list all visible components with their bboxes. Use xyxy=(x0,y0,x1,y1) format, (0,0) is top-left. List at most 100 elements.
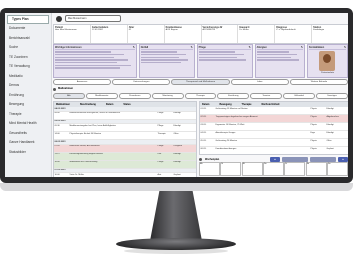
topbar: Max Mustermann xyxy=(53,13,348,24)
sidebar-item[interactable]: Mind Mental Health xyxy=(5,119,51,129)
calendar-day[interactable]: Fr xyxy=(284,162,306,176)
calendar-day[interactable]: Sa xyxy=(305,162,327,176)
cell-c2: Gehtraining 20 Minuten xyxy=(215,139,238,142)
top-tabs: Anamnese Untersuchungen Therapieziel und M… xyxy=(53,79,348,85)
info-cards: Wichtige Informationen ✎ Notfall ✎ Pflege ✎ Al… xyxy=(53,44,348,78)
calendar-day[interactable]: Di xyxy=(220,162,242,176)
tab-4[interactable]: Weitere Befunde xyxy=(289,79,348,85)
patient-field: Station Kardiologie xyxy=(312,25,348,43)
text-line xyxy=(198,56,238,59)
tab-1[interactable]: Untersuchungen xyxy=(112,79,171,85)
info-card: Wichtige Informationen ✎ xyxy=(53,44,137,78)
table-row[interactable]: 04.03. Atemtherapie Gruppe Ergo Erledigt xyxy=(200,131,348,139)
cell-c2: Blutzucker erhöht, Arzt informiert xyxy=(69,145,100,147)
app-screen: Types Plan Dokumente Berichtsanzahl Suche TE… xyxy=(5,13,348,177)
table-row[interactable]: 03.03. Ergometer 10 Minuten, 25 Watt Physi… xyxy=(200,123,348,131)
cell-c2: Gehtraining 15 Minuten auf Station xyxy=(215,107,248,110)
cell-c3: Physio xyxy=(310,107,317,110)
view-mode-selector[interactable] xyxy=(310,156,336,162)
card-title: Notfall xyxy=(140,46,149,49)
sidebar-item[interactable]: Types Plan xyxy=(7,15,49,24)
sidebar-item[interactable]: Ganze Handlanek xyxy=(5,138,51,148)
sidebar-item[interactable]: Medikatio xyxy=(5,72,51,82)
calendar-day[interactable]: Do xyxy=(263,162,284,176)
cell-c1: 03.03. xyxy=(200,123,207,126)
sidebar-item[interactable]: Berichtsanzahl xyxy=(5,34,51,44)
text-line xyxy=(140,51,178,53)
edit-icon[interactable]: ✎ xyxy=(301,46,303,49)
table-row[interactable]: 09:30 Medikamentengabe laut Plan, keine A… xyxy=(54,124,196,132)
patient-field: Geburtsdatum 12.03.1962 xyxy=(91,25,128,43)
cell-c3: Pflege xyxy=(157,145,164,147)
edit-icon[interactable]: ✎ xyxy=(249,46,251,49)
edit-icon[interactable]: ✎ xyxy=(344,46,346,49)
tab-1[interactable]: Medikamente xyxy=(85,93,118,99)
cell-c4: Offen xyxy=(173,132,179,135)
patient-field: Diagnose Z. n. Myokardinfarkt xyxy=(275,25,313,43)
cell-c1: 09:30 xyxy=(54,124,60,127)
cell-c1: 06.03. xyxy=(200,147,207,150)
tab-0[interactable]: Alle xyxy=(53,93,85,99)
cell-c3: Physio xyxy=(310,147,317,150)
calendar-day[interactable]: So xyxy=(327,162,348,176)
tab-2[interactable]: Prozeduren xyxy=(118,93,151,99)
calendar-day[interactable]: Mi xyxy=(241,162,263,176)
table-row[interactable]: 11:15 Ernährungsberatung abgeschlossen Diä… xyxy=(54,152,196,161)
patient-search-input[interactable]: Max Mustermann xyxy=(65,15,121,22)
card-header: Allergien ✎ xyxy=(256,46,303,50)
table-row[interactable]: 01.03. Gehtraining 15 Minuten auf Station… xyxy=(200,107,348,115)
sidebar-item[interactable]: Statusbilder xyxy=(5,148,51,158)
cell-c4: Erledigt xyxy=(173,161,181,163)
week-range-selector[interactable] xyxy=(282,156,308,162)
table-row[interactable]: 05.03. Gehtraining 20 Minuten Physio Offen xyxy=(200,139,348,147)
edit-icon[interactable]: ✎ xyxy=(133,46,135,49)
text-line xyxy=(198,51,235,53)
sidebar: Types Plan Dokumente Berichtsanzahl Suche TE… xyxy=(5,13,52,177)
cell-c4: Geplant xyxy=(173,173,181,176)
field-value: Herr Max Mustermann xyxy=(55,29,77,31)
sidebar-item[interactable]: Dokumente xyxy=(5,24,51,34)
measures-table: Maßnahmen Beschreibung Datum Status 04.03.20… xyxy=(53,101,197,177)
tab-2[interactable]: Therapieziel und Maßnahmen xyxy=(171,79,230,85)
cell-c1: 04.03. xyxy=(200,131,207,134)
monitor-chin xyxy=(0,183,353,191)
table-row[interactable]: 02.03. Treppensteigen abgebrochen wegen A… xyxy=(200,115,348,123)
text-line xyxy=(55,59,128,61)
table-row[interactable]: 10:00 Visite Dr. Müller Arzt Geplant xyxy=(54,173,196,177)
sidebar-item[interactable]: Bewegung xyxy=(5,100,51,110)
sidebar-item[interactable]: Gesundheits xyxy=(5,129,51,139)
tab-8[interactable]: Sonstiges xyxy=(316,93,348,99)
sidebar-item[interactable]: Therapie xyxy=(5,110,51,120)
table-row[interactable]: 16:00 Mobilisation mit Unterstützung Pfleg… xyxy=(54,160,196,169)
calendar-grid: Mo Di Mi Do Fr Sa So xyxy=(199,162,348,176)
row-group-label: 06.03.2023 xyxy=(54,140,66,143)
table-row[interactable]: 07:45 Blutzucker erhöht, Arzt informiert P… xyxy=(54,144,196,153)
next-week-button[interactable]: » xyxy=(338,156,348,162)
monitor-stand-foot xyxy=(116,238,236,250)
tab-7[interactable]: Hilfsmittel xyxy=(283,93,316,99)
cell-c3: Physio xyxy=(310,115,317,118)
chevron-down-icon[interactable] xyxy=(53,87,56,91)
sidebar-item[interactable]: TE Zuordnen xyxy=(5,53,51,63)
tab-3[interactable]: Monitoring xyxy=(151,93,184,99)
chevron-down-icon[interactable] xyxy=(199,157,202,161)
cell-c3: Physio xyxy=(310,139,317,142)
tab-5[interactable]: Ernährung xyxy=(217,93,250,99)
cell-c4: Erledigt xyxy=(173,124,181,127)
tab-3[interactable]: Labor xyxy=(230,79,289,85)
sidebar-item[interactable]: TE Verwaltung xyxy=(5,62,51,72)
table-row[interactable]: 14:00 Physiotherapie Einheit 30 Minuten Th… xyxy=(54,132,196,140)
table-row[interactable]: 08:00 Blutdruckkontrolle durchgeführt, We… xyxy=(54,112,196,120)
calendar-day[interactable]: Mo xyxy=(199,162,220,176)
text-line xyxy=(55,67,121,69)
info-card: Notfall ✎ xyxy=(138,44,195,78)
sidebar-item[interactable]: Suche xyxy=(5,43,51,53)
tab-6[interactable]: Termine xyxy=(250,93,283,99)
sidebar-item[interactable]: Ernährung xyxy=(5,91,51,101)
table-row[interactable]: 06.03. Koordinationsübungen Physio Geplant xyxy=(200,147,348,154)
sidebar-item[interactable]: Demos xyxy=(5,81,51,91)
tab-0[interactable]: Anamnese xyxy=(53,79,112,85)
prev-week-button[interactable]: « xyxy=(270,156,280,162)
edit-icon[interactable]: ✎ xyxy=(191,46,193,49)
tab-4[interactable]: Therapie xyxy=(184,93,217,99)
